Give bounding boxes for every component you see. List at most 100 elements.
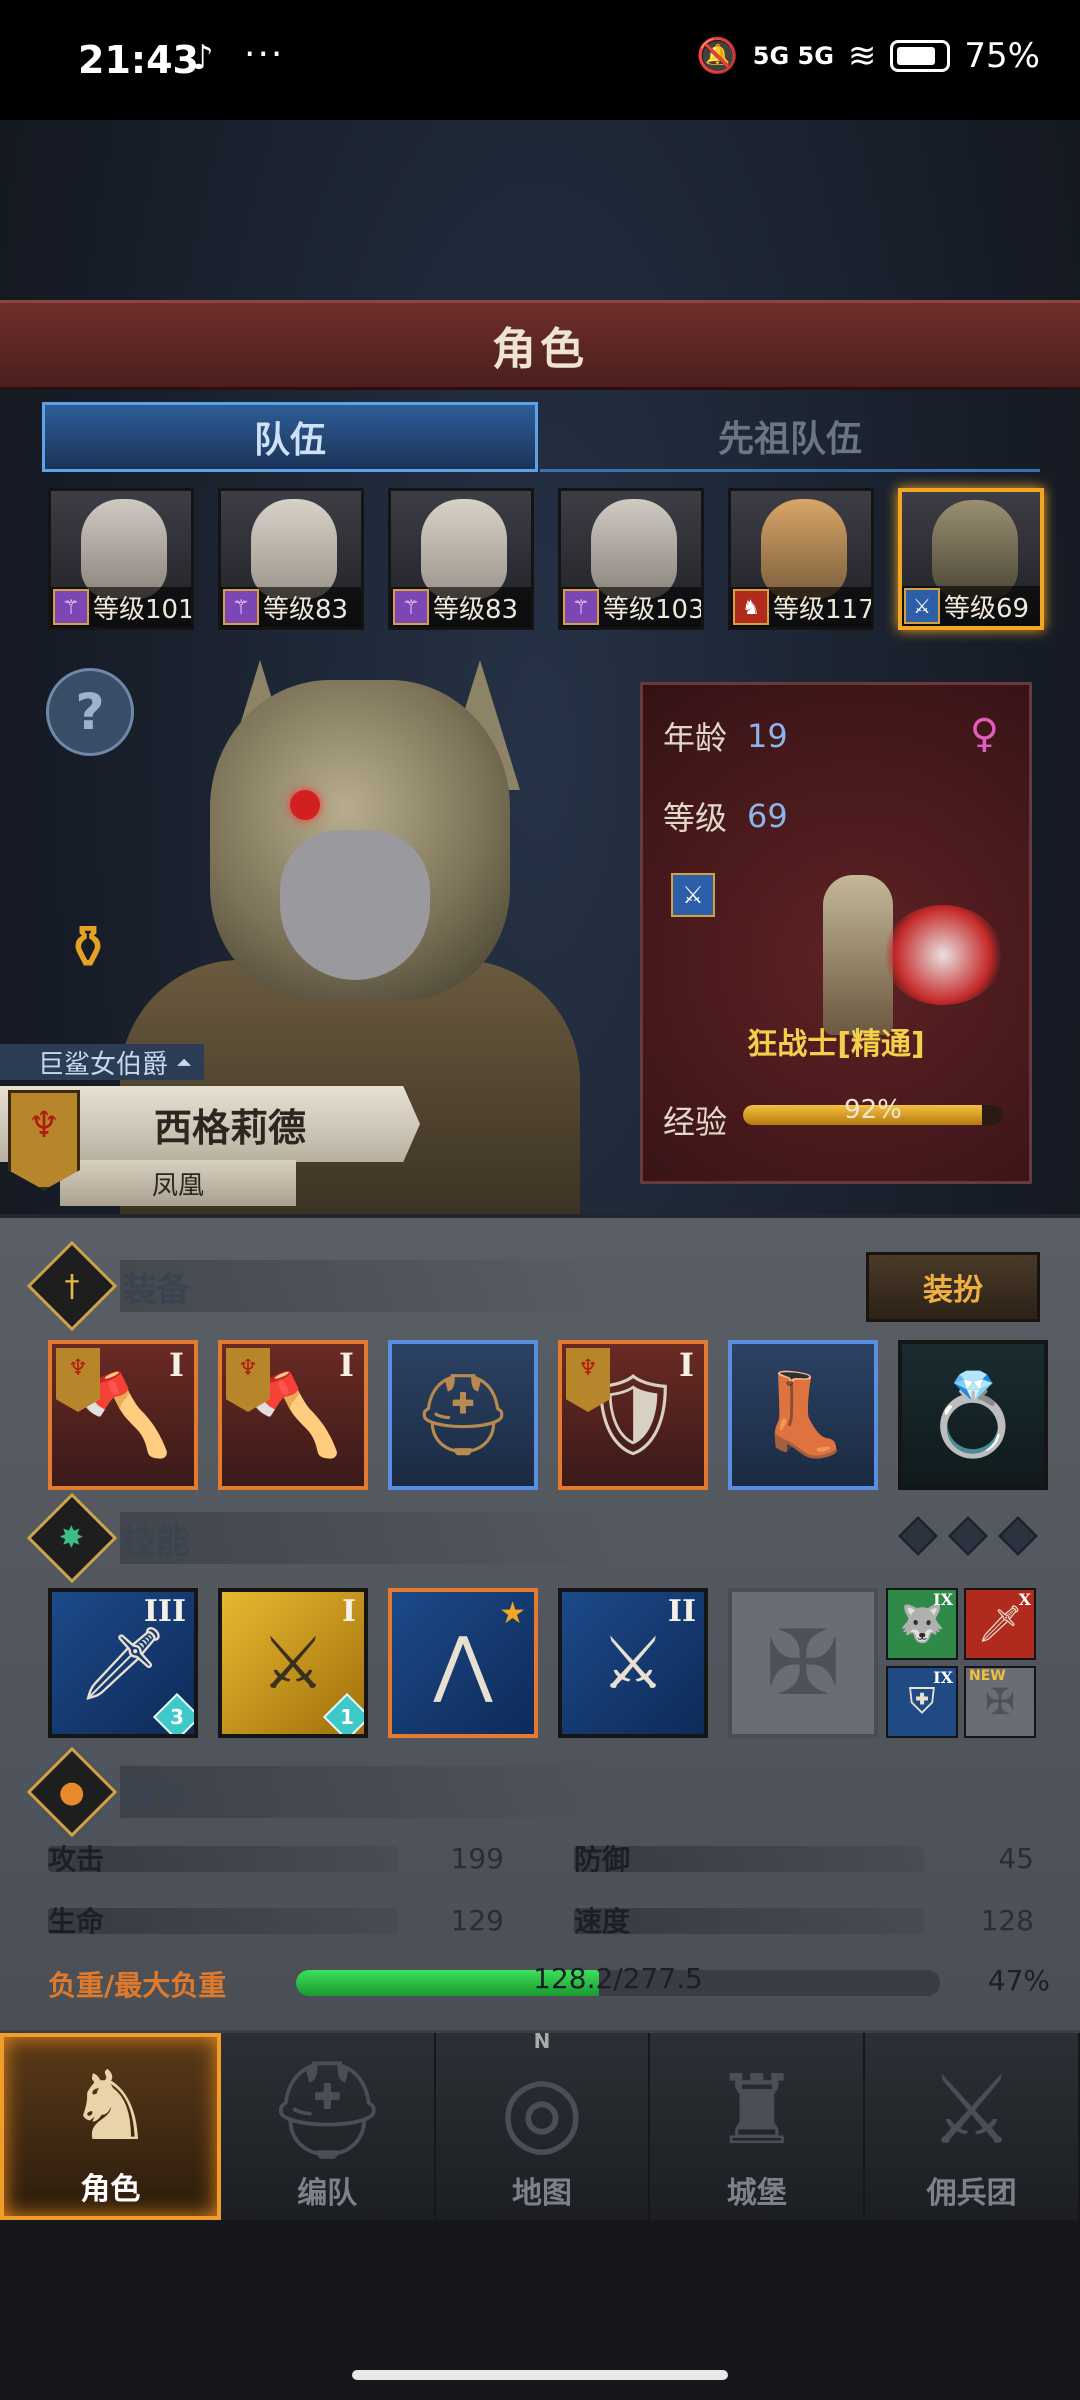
new-badge: NEW	[969, 1668, 1006, 1684]
attributes-header: ● 属性	[26, 1746, 190, 1838]
tab-team-label: 队伍	[253, 420, 326, 461]
skill-slot[interactable]: 🗡 III 3	[48, 1588, 198, 1738]
tab-ancestor-team[interactable]: 先祖队伍	[540, 402, 1040, 472]
equipment-slot-weapon[interactable]: 🪓 ♆ I	[48, 1340, 198, 1490]
passive-skill-slot[interactable]: ⛨ IX	[886, 1666, 958, 1738]
nav-castle[interactable]: ♜ 城堡	[650, 2033, 866, 2220]
class-figure	[783, 865, 1003, 1045]
hero-level: 等级101	[93, 594, 194, 625]
heraldry-banner-icon: ♆	[566, 1348, 610, 1412]
ring-icon: 💍	[923, 1368, 1023, 1461]
staff-icon: ⚚	[53, 589, 89, 625]
stat-value: 128	[980, 1903, 1034, 1937]
equipment-header: † 装备	[26, 1240, 190, 1332]
section-bar	[120, 1766, 620, 1818]
hero-portrait	[591, 499, 677, 599]
tier-label: I	[339, 1346, 354, 1384]
equipment-slot-armor[interactable]: 🛡 ♆ I	[558, 1340, 708, 1490]
wifi-icon: ≋	[847, 36, 877, 76]
equipment-slot-offhand[interactable]: 🪓 ♆ I	[218, 1340, 368, 1490]
heraldry-banner-icon: ♆	[226, 1348, 270, 1412]
level-value: 69	[747, 797, 788, 835]
staff-icon: ⚚	[393, 589, 429, 625]
load-label: 负重/最大负重	[48, 1969, 227, 2002]
nav-label: 编队	[297, 2176, 358, 2211]
nav-map[interactable]: N ◎ 地图	[436, 2029, 651, 2220]
character-title[interactable]: 巨鲨女伯爵 ⏶	[0, 1044, 205, 1080]
hero-roster: ⚚ 等级101 ⚚ 等级83 ⚚ 等级83 ⚚ 等级103 ♞ 等级117 ⚔ 等级69	[48, 488, 1044, 630]
skills-header: ✸ 技能	[26, 1492, 190, 1584]
hero-level-bar: ⚚ 等级83	[391, 587, 531, 627]
skill-slot-empty[interactable]: ✠	[728, 1588, 878, 1738]
female-icon: ♀	[969, 711, 999, 757]
hero-card-selected[interactable]: ⚔ 等级69	[898, 488, 1044, 630]
hero-level: 等级117	[773, 594, 874, 625]
age-label: 年龄	[663, 719, 728, 757]
beast-icon: ♞	[733, 589, 769, 625]
hero-level-bar: ⚚ 等级103	[561, 587, 701, 627]
gem-count: 1	[340, 1705, 354, 1729]
page-title: 角色	[492, 324, 588, 375]
diamond-icon	[898, 1516, 938, 1556]
nav-mercenary[interactable]: ⚔ 佣兵团	[865, 2033, 1080, 2220]
equipment-slot-boots[interactable]: 👢	[728, 1340, 878, 1490]
hero-card[interactable]: ♞ 等级117	[728, 488, 874, 630]
hero-card[interactable]: ⚚ 等级83	[218, 488, 364, 630]
level-label: 等级	[663, 799, 728, 837]
wolf-icon: 🐺	[899, 1604, 945, 1645]
stat-attack: 攻击 199	[48, 1838, 504, 1878]
home-indicator[interactable]	[352, 2370, 728, 2380]
level-row: 等级 69	[663, 793, 788, 839]
character-info-panel: 年龄 19 ♀ 等级 69 ⚔ 狂战士[精通] 经验 92%	[640, 682, 1032, 1184]
age-row: 年龄 19	[663, 713, 788, 759]
hero-portrait	[932, 500, 1018, 600]
character-subname: 凤凰	[151, 1170, 204, 1201]
hero-level-bar: ♞ 等级117	[731, 587, 871, 627]
skill-slot[interactable]: ⚔ I 1	[218, 1588, 368, 1738]
compass-icon: ◎	[500, 2054, 584, 2166]
tier-label: X	[1018, 1590, 1031, 1609]
gem-count: 3	[170, 1705, 184, 1729]
passive-skills: 🐺 IX 🗡 X ⛨ IX ✠ NEW	[886, 1588, 1036, 1738]
passive-skill-slot-empty[interactable]: ✠ NEW	[964, 1666, 1036, 1738]
passive-skill-slot[interactable]: 🐺 IX	[886, 1588, 958, 1660]
stat-value: 199	[450, 1841, 504, 1875]
star-icon: ★	[499, 1596, 526, 1631]
skill-slots: 🗡 III 3 ⚔ I 1 ⋀ ★ ⚔ II ✠	[48, 1588, 878, 1738]
skill-slot[interactable]: ⚔ II	[558, 1588, 708, 1738]
diamond-icon	[998, 1516, 1038, 1556]
equipment-slot-helmet[interactable]: ⛑	[388, 1340, 538, 1490]
status-bar: 21:43 ♪ ··· 🔕 5G 5G ≋ 75%	[0, 0, 1080, 120]
hero-portrait	[421, 499, 507, 599]
equipment-slot-ring[interactable]: 💍	[898, 1340, 1048, 1490]
passive-skill-slot[interactable]: 🗡 X	[964, 1588, 1036, 1660]
tab-team[interactable]: 队伍	[42, 402, 538, 472]
battery-percent: 75%	[964, 36, 1040, 76]
tier-label: III	[143, 1594, 186, 1629]
tiktok-icon: ♪	[192, 38, 214, 78]
heraldry-banner-icon: ♆	[56, 1348, 100, 1412]
stat-label: 防御	[574, 1843, 631, 1876]
hero-card[interactable]: ⚚ 等级101	[48, 488, 194, 630]
star-badge-icon: ✸	[26, 1492, 118, 1584]
portrait-eye	[290, 790, 320, 820]
class-name: 狂战士[精通]	[747, 1027, 925, 1062]
dress-up-button[interactable]: 装扮	[866, 1252, 1040, 1322]
skill-slot[interactable]: ⋀ ★	[388, 1588, 538, 1738]
nav-formation[interactable]: ⛑ 编队	[221, 2033, 436, 2220]
nav-character[interactable]: ♞ 角色	[0, 2033, 221, 2220]
tier-label: IX	[933, 1668, 953, 1687]
cross-icon: ✠	[984, 1681, 1016, 1723]
hero-portrait	[251, 499, 337, 599]
hero-portrait	[761, 499, 847, 599]
helmet-icon: ⛑	[412, 1368, 514, 1461]
shield-icon: ⛨	[908, 1681, 936, 1722]
boots-icon: 👢	[753, 1368, 853, 1461]
status-time: 21:43	[78, 38, 199, 82]
hero-level-bar: ⚚ 等级83	[221, 587, 361, 627]
hero-card[interactable]: ⚚ 等级103	[558, 488, 704, 630]
helm-icon: ⛑	[266, 2054, 389, 2166]
hero-card[interactable]: ⚚ 等级83	[388, 488, 534, 630]
section-bar	[120, 1512, 620, 1564]
character-name: 西格莉德	[153, 1105, 306, 1150]
